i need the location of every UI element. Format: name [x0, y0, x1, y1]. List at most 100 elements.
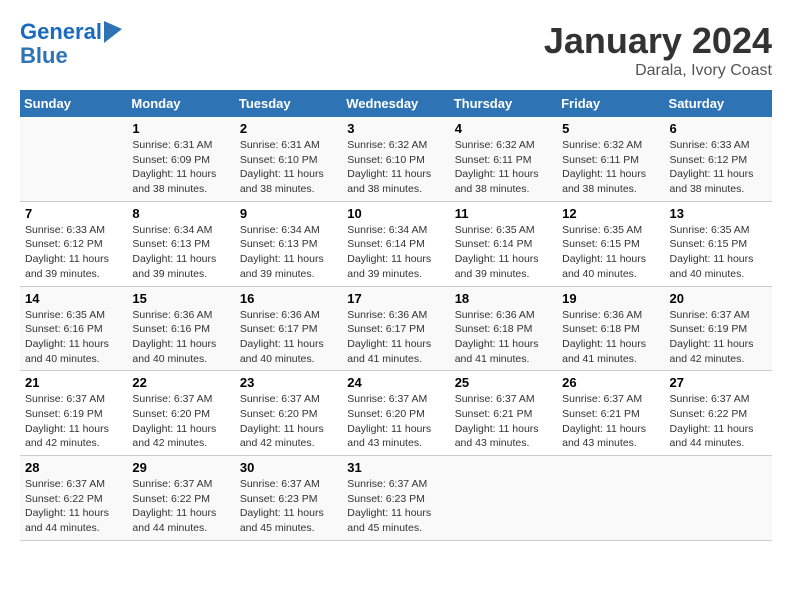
- day-info-line: and 39 minutes.: [240, 268, 315, 280]
- day-info-line: Sunrise: 6:37 AM: [347, 393, 427, 405]
- day-number: 7: [25, 206, 122, 221]
- day-number: 2: [240, 121, 337, 136]
- day-info-line: and 43 minutes.: [562, 437, 637, 449]
- day-number: 4: [455, 121, 552, 136]
- day-info-line: Daylight: 11 hours: [347, 253, 431, 265]
- day-info-line: Sunrise: 6:35 AM: [25, 309, 105, 321]
- title-area: January 2024 Darala, Ivory Coast: [544, 20, 772, 80]
- day-info-line: and 39 minutes.: [455, 268, 530, 280]
- day-info-line: Daylight: 11 hours: [347, 338, 431, 350]
- day-info-line: Sunset: 6:21 PM: [562, 408, 640, 420]
- day-info-line: Sunset: 6:14 PM: [455, 238, 533, 250]
- day-info-line: Sunset: 6:11 PM: [455, 154, 532, 166]
- calendar-cell: 16Sunrise: 6:36 AMSunset: 6:17 PMDayligh…: [235, 286, 342, 371]
- day-info-line: Sunrise: 6:32 AM: [347, 139, 427, 151]
- calendar-cell: 18Sunrise: 6:36 AMSunset: 6:18 PMDayligh…: [450, 286, 557, 371]
- day-info: Sunrise: 6:37 AM Sunset: 6:19 PM Daylight:…: [25, 392, 122, 451]
- day-info: Sunrise: 6:32 AMSunset: 6:11 PMDaylight:…: [562, 138, 659, 197]
- day-info-line: Sunrise: 6:37 AM: [670, 393, 750, 405]
- calendar-cell: 6Sunrise: 6:33 AMSunset: 6:12 PMDaylight…: [665, 117, 772, 201]
- day-info-line: Sunrise: 6:37 AM: [132, 478, 212, 490]
- day-info-line: Sunset: 6:22 PM: [25, 493, 103, 505]
- day-info: Sunrise: 6:37 AMSunset: 6:20 PMDaylight:…: [347, 392, 444, 451]
- day-info: Sunrise: 6:33 AMSunset: 6:12 PMDaylight:…: [670, 138, 767, 197]
- day-info: Sunrise: 6:37 AMSunset: 6:23 PMDaylight:…: [347, 477, 444, 536]
- day-info-line: Sunset: 6:13 PM: [240, 238, 318, 250]
- day-info-line: Daylight: 11 hours: [132, 423, 216, 435]
- calendar-cell: 12Sunrise: 6:35 AMSunset: 6:15 PMDayligh…: [557, 201, 664, 286]
- calendar-cell: 25Sunrise: 6:37 AMSunset: 6:21 PMDayligh…: [450, 371, 557, 456]
- day-info-line: and 45 minutes.: [347, 522, 422, 534]
- day-number: 28: [25, 460, 122, 475]
- day-info-line: Sunset: 6:09 PM: [132, 154, 210, 166]
- day-number: 9: [240, 206, 337, 221]
- day-number: 8: [132, 206, 229, 221]
- day-info: Sunrise: 6:36 AMSunset: 6:18 PMDaylight:…: [562, 308, 659, 367]
- day-info-line: and 40 minutes.: [670, 268, 745, 280]
- day-info-line: Sunrise: 6:32 AM: [562, 139, 642, 151]
- day-info-line: Sunrise: 6:37 AM: [25, 393, 105, 405]
- day-info-line: Daylight: 11 hours: [347, 507, 431, 519]
- day-info: Sunrise: 6:34 AMSunset: 6:14 PMDaylight:…: [347, 223, 444, 282]
- weekday-header-monday: Monday: [127, 90, 234, 117]
- day-number: 15: [132, 291, 229, 306]
- calendar-week-row: 1Sunrise: 6:31 AMSunset: 6:09 PMDaylight…: [20, 117, 772, 201]
- day-info-line: Sunrise: 6:33 AM: [670, 139, 750, 151]
- day-info-line: and 44 minutes.: [670, 437, 745, 449]
- calendar-cell: 15Sunrise: 6:36 AMSunset: 6:16 PMDayligh…: [127, 286, 234, 371]
- day-info-line: Sunrise: 6:35 AM: [670, 224, 750, 236]
- calendar-cell: 19Sunrise: 6:36 AMSunset: 6:18 PMDayligh…: [557, 286, 664, 371]
- day-info-line: Sunrise: 6:37 AM: [347, 478, 427, 490]
- header: General Blue January 2024 Darala, Ivory …: [20, 20, 772, 80]
- day-info-line: Daylight: 11 hours: [25, 507, 109, 519]
- day-info-line: Sunrise: 6:36 AM: [132, 309, 212, 321]
- day-info-line: Sunrise: 6:32 AM: [455, 139, 535, 151]
- calendar-cell: 31 Sunrise: 6:37 AMSunset: 6:23 PMDayligh…: [342, 456, 449, 541]
- day-info-line: Daylight: 11 hours: [25, 423, 109, 435]
- calendar-week-row: 7 Sunrise: 6:33 AMSunset: 6:12 PMDaylight…: [20, 201, 772, 286]
- day-number: 31: [347, 460, 444, 475]
- calendar-cell: 11 Sunrise: 6:35 AMSunset: 6:14 PMDayligh…: [450, 201, 557, 286]
- day-info-line: Sunrise: 6:37 AM: [562, 393, 642, 405]
- day-number: 5: [562, 121, 659, 136]
- day-info: Sunrise: 6:33 AMSunset: 6:12 PMDaylight:…: [25, 223, 122, 282]
- day-number: 10: [347, 206, 444, 221]
- day-info-line: Sunrise: 6:33 AM: [25, 224, 105, 236]
- day-info-line: and 38 minutes.: [562, 183, 637, 195]
- calendar-week-row: 28 Sunrise: 6:37 AM Sunset: 6:22 PM Dayligh…: [20, 456, 772, 541]
- day-info-line: Sunset: 6:19 PM: [25, 408, 103, 420]
- weekday-header-saturday: Saturday: [665, 90, 772, 117]
- day-info-line: and 38 minutes.: [240, 183, 315, 195]
- day-info-line: Sunrise: 6:34 AM: [132, 224, 212, 236]
- day-info-line: Sunset: 6:16 PM: [25, 323, 103, 335]
- calendar-table: SundayMondayTuesdayWednesdayThursdayFrid…: [20, 90, 772, 541]
- day-info-line: and 39 minutes.: [25, 268, 100, 280]
- day-info-line: Daylight: 11 hours: [25, 253, 109, 265]
- day-number: 12: [562, 206, 659, 221]
- day-info-line: Daylight: 11 hours: [562, 423, 646, 435]
- day-info-line: Daylight: 11 hours: [347, 423, 431, 435]
- day-info-line: Daylight: 11 hours: [240, 338, 324, 350]
- day-info-line: Sunset: 6:12 PM: [670, 154, 748, 166]
- day-info-line: Sunset: 6:19 PM: [670, 323, 748, 335]
- weekday-header-row: SundayMondayTuesdayWednesdayThursdayFrid…: [20, 90, 772, 117]
- day-info: Sunrise: 6:36 AMSunset: 6:17 PMDaylight:…: [240, 308, 337, 367]
- day-info: Sunrise: 6:32 AMSunset: 6:11 PMDaylight:…: [455, 138, 552, 197]
- day-info-line: Daylight: 11 hours: [240, 507, 324, 519]
- day-info-line: Sunrise: 6:37 AM: [240, 393, 320, 405]
- day-info-line: Sunset: 6:22 PM: [132, 493, 210, 505]
- day-info-line: Daylight: 11 hours: [562, 168, 646, 180]
- day-info: Sunrise: 6:35 AMSunset: 6:14 PMDaylight:…: [455, 223, 552, 282]
- calendar-cell: 4Sunrise: 6:32 AMSunset: 6:11 PMDaylight…: [450, 117, 557, 201]
- day-number: 1: [132, 121, 229, 136]
- day-number: 23: [240, 375, 337, 390]
- day-info-line: and 40 minutes.: [562, 268, 637, 280]
- day-number: 24: [347, 375, 444, 390]
- day-info-line: and 45 minutes.: [240, 522, 315, 534]
- day-info-line: Daylight: 11 hours: [25, 338, 109, 350]
- day-info-line: and 40 minutes.: [25, 353, 100, 365]
- day-info: Sunrise: 6:36 AMSunset: 6:17 PMDaylight:…: [347, 308, 444, 367]
- day-number: 11: [455, 206, 552, 221]
- day-info-line: Sunrise: 6:37 AM: [240, 478, 320, 490]
- day-info-line: and 39 minutes.: [132, 268, 207, 280]
